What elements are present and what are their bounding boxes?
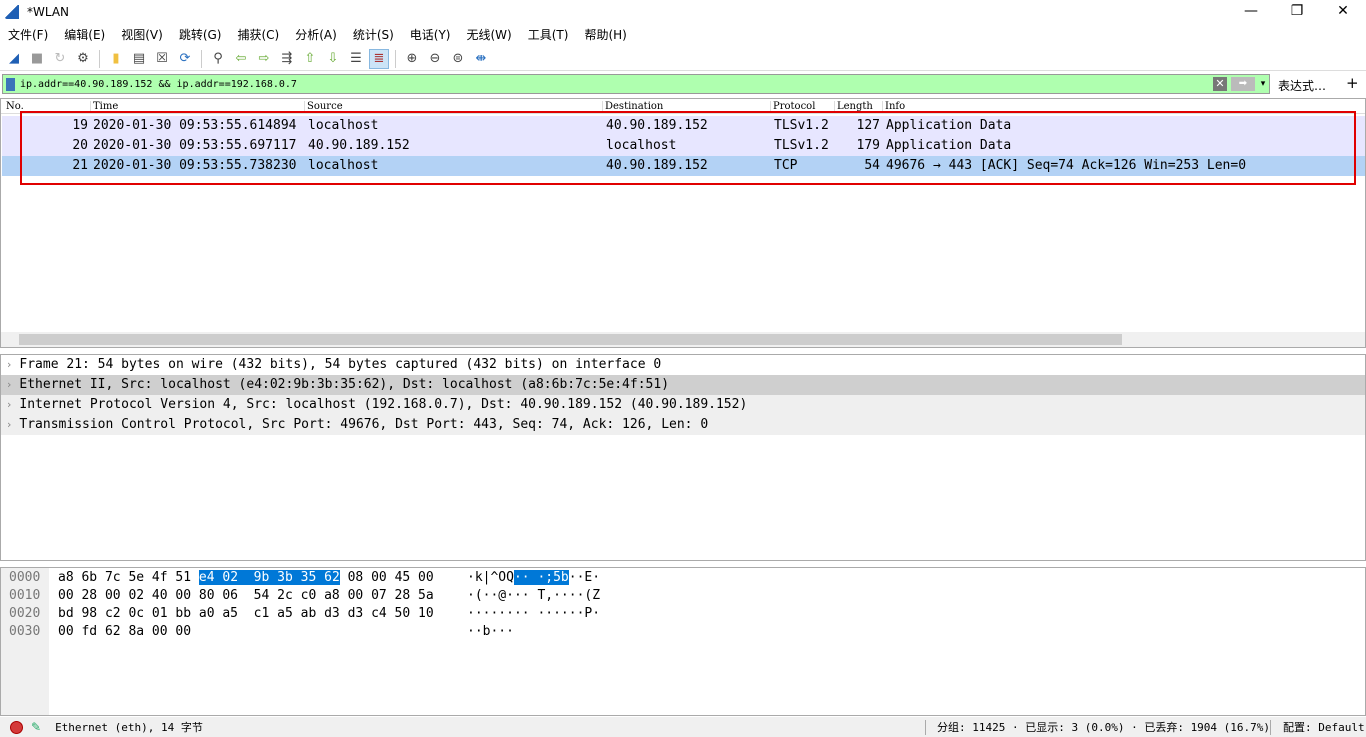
add-filter-button[interactable]: + (1346, 74, 1359, 92)
hex-bytes-a: a8 6b 7c 5e 4f 51 (58, 570, 199, 585)
hex-bytes[interactable]: a8 6b 7c 5e 4f 51 e4 02 9b 3b 35 62 08 0… (58, 569, 434, 587)
status-field-info: Ethernet (eth), 14 字节 (55, 721, 203, 734)
apply-filter-icon[interactable]: ➡ (1231, 77, 1255, 91)
hex-ascii[interactable]: ·(··@··· T,····(Z (467, 587, 600, 605)
hex-bytes-a: 00 fd 62 8a 00 00 (58, 624, 192, 639)
colorize-icon[interactable]: ≣ (369, 48, 389, 69)
hex-ascii-asc_a: ········ ······P· (467, 606, 601, 621)
menu-analyze[interactable]: 分析(A) (287, 26, 345, 43)
detail-tcp[interactable]: › Transmission Control Protocol, Src Port… (1, 415, 1365, 435)
expand-icon[interactable]: › (7, 358, 11, 371)
hex-bytes-hl: e4 02 9b 3b 35 62 (198, 570, 340, 585)
horizontal-scrollbar[interactable] (1, 332, 1365, 347)
hex-bytes[interactable]: 00 fd 62 8a 00 00 (58, 623, 191, 641)
close-file-icon[interactable]: ☒ (152, 49, 172, 69)
hex-bytes[interactable]: 00 28 00 02 40 00 80 06 54 2c c0 a8 00 0… (58, 587, 434, 605)
main-toolbar: ◢ ■ ↻ ⚙ ▮ ▤ ☒ ⟳ ⚲ ⇦ ⇨ ⇶ ⇧ ⇩ ☰ ≣ ⊕ ⊖ ⊜ ⇼ (0, 47, 1366, 71)
menu-bar: 文件(F) 编辑(E) 视图(V) 跳转(G) 捕获(C) 分析(A) 统计(S… (0, 24, 635, 45)
packet-bytes-pane: 0000 a8 6b 7c 5e 4f 51 e4 02 9b 3b 35 62 … (0, 567, 1366, 716)
menu-edit[interactable]: 编辑(E) (56, 26, 113, 43)
menu-view[interactable]: 视图(V) (113, 26, 171, 43)
hex-ascii[interactable]: ········ ······P· (467, 605, 600, 623)
display-filter-bar: ✕ ➡ ▾ (2, 74, 1270, 94)
restart-capture-icon[interactable]: ↻ (50, 49, 70, 69)
menu-wireless[interactable]: 无线(W) (459, 26, 520, 43)
hex-offset: 0020 (9, 606, 41, 621)
separator (99, 49, 100, 68)
menu-statistics[interactable]: 统计(S) (345, 26, 402, 43)
annotation-highlight-box (20, 111, 1356, 185)
hex-ascii[interactable]: ··b··· (467, 623, 514, 641)
detail-ip[interactable]: › Internet Protocol Version 4, Src: local… (1, 395, 1365, 415)
menu-go[interactable]: 跳转(G) (171, 26, 230, 43)
detail-ethernet[interactable]: › Ethernet II, Src: localhost (e4:02:9b:3… (1, 375, 1365, 395)
menu-telephony[interactable]: 电话(Y) (402, 26, 459, 43)
hex-bytes-a: 00 28 00 02 40 00 80 06 54 2c c0 a8 00 0… (58, 588, 434, 603)
resize-columns-icon[interactable]: ⇼ (471, 49, 491, 69)
menu-tools[interactable]: 工具(T) (520, 26, 577, 43)
hex-ascii-asc_a: ··b··· (467, 624, 514, 639)
hex-offset: 0030 (9, 624, 41, 639)
title-bar: *WLAN — ❐ ✕ (0, 0, 1366, 23)
window-title: *WLAN (27, 4, 70, 19)
find-packet-icon[interactable]: ⚲ (208, 49, 228, 69)
expand-icon[interactable]: › (7, 378, 11, 391)
close-button[interactable]: ✕ (1320, 0, 1366, 23)
wireshark-logo-icon (5, 4, 19, 19)
menu-file[interactable]: 文件(F) (0, 26, 56, 43)
capture-comment-icon[interactable]: ✎ (31, 720, 41, 734)
clear-filter-icon[interactable]: ✕ (1213, 77, 1227, 91)
detail-frame[interactable]: › Frame 21: 54 bytes on wire (432 bits), … (1, 355, 1365, 375)
save-file-icon[interactable]: ▤ (129, 49, 149, 69)
expert-info-icon[interactable] (10, 720, 23, 734)
hex-offset: 0010 (9, 588, 41, 603)
hex-bytes-a: bd 98 c2 0c 01 bb a0 a5 c1 a5 ab d3 d3 c… (58, 606, 434, 621)
status-packet-stats: 分组: 11425 · 已显示: 3 (0.0%) · 已丢弃: 1904 (1… (937, 721, 1271, 734)
reload-file-icon[interactable]: ⟳ (175, 49, 195, 69)
bookmark-icon[interactable] (6, 77, 15, 91)
hex-offset: 0000 (9, 570, 41, 585)
minimize-button[interactable]: — (1228, 0, 1274, 23)
menu-help[interactable]: 帮助(H) (576, 26, 634, 43)
status-bar: ✎ Ethernet (eth), 14 字节 分组: 11425 · 已显示:… (0, 717, 1366, 737)
menu-capture[interactable]: 捕获(C) (229, 26, 287, 43)
packet-details-pane: › Frame 21: 54 bytes on wire (432 bits), … (0, 354, 1366, 561)
expand-icon[interactable]: › (7, 418, 11, 431)
filter-history-dropdown[interactable]: ▾ (1257, 79, 1269, 89)
zoom-out-icon[interactable]: ⊖ (425, 49, 445, 69)
scrollbar-thumb[interactable] (19, 334, 1122, 345)
hex-bytes-b: 08 00 45 00 (339, 570, 434, 585)
separator (395, 49, 396, 68)
expand-icon[interactable]: › (7, 398, 11, 411)
stop-capture-icon[interactable]: ■ (27, 49, 47, 69)
separator (201, 49, 202, 68)
expression-button[interactable]: 表达式… (1278, 77, 1326, 94)
hex-bytes[interactable]: bd 98 c2 0c 01 bb a0 a5 c1 a5 ab d3 d3 c… (58, 605, 434, 623)
open-file-icon[interactable]: ▮ (106, 49, 126, 69)
hex-ascii-asc_a: ·k|^OQ (467, 570, 514, 585)
capture-options-icon[interactable]: ⚙ (73, 49, 93, 69)
go-back-icon[interactable]: ⇦ (231, 49, 251, 69)
zoom-in-icon[interactable]: ⊕ (402, 49, 422, 69)
hex-ascii-asc_hl: ·· ·;5b (513, 570, 569, 585)
go-last-icon[interactable]: ⇩ (323, 49, 343, 69)
hex-ascii[interactable]: ·k|^OQ·· ·;5b··E· (467, 569, 600, 587)
status-profile[interactable]: 配置: Default (1283, 719, 1365, 735)
hex-ascii-asc_b: ··E· (568, 570, 601, 585)
zoom-normal-icon[interactable]: ⊜ (448, 49, 468, 69)
autoscroll-icon[interactable]: ☰ (346, 49, 366, 69)
display-filter-input[interactable] (20, 78, 1213, 90)
go-to-packet-icon[interactable]: ⇶ (277, 49, 297, 69)
maximize-button[interactable]: ❐ (1274, 0, 1320, 23)
go-forward-icon[interactable]: ⇨ (254, 49, 274, 69)
hex-ascii-asc_a: ·(··@··· T,····(Z (467, 588, 601, 603)
start-capture-icon[interactable]: ◢ (4, 49, 24, 69)
go-first-icon[interactable]: ⇧ (300, 49, 320, 69)
